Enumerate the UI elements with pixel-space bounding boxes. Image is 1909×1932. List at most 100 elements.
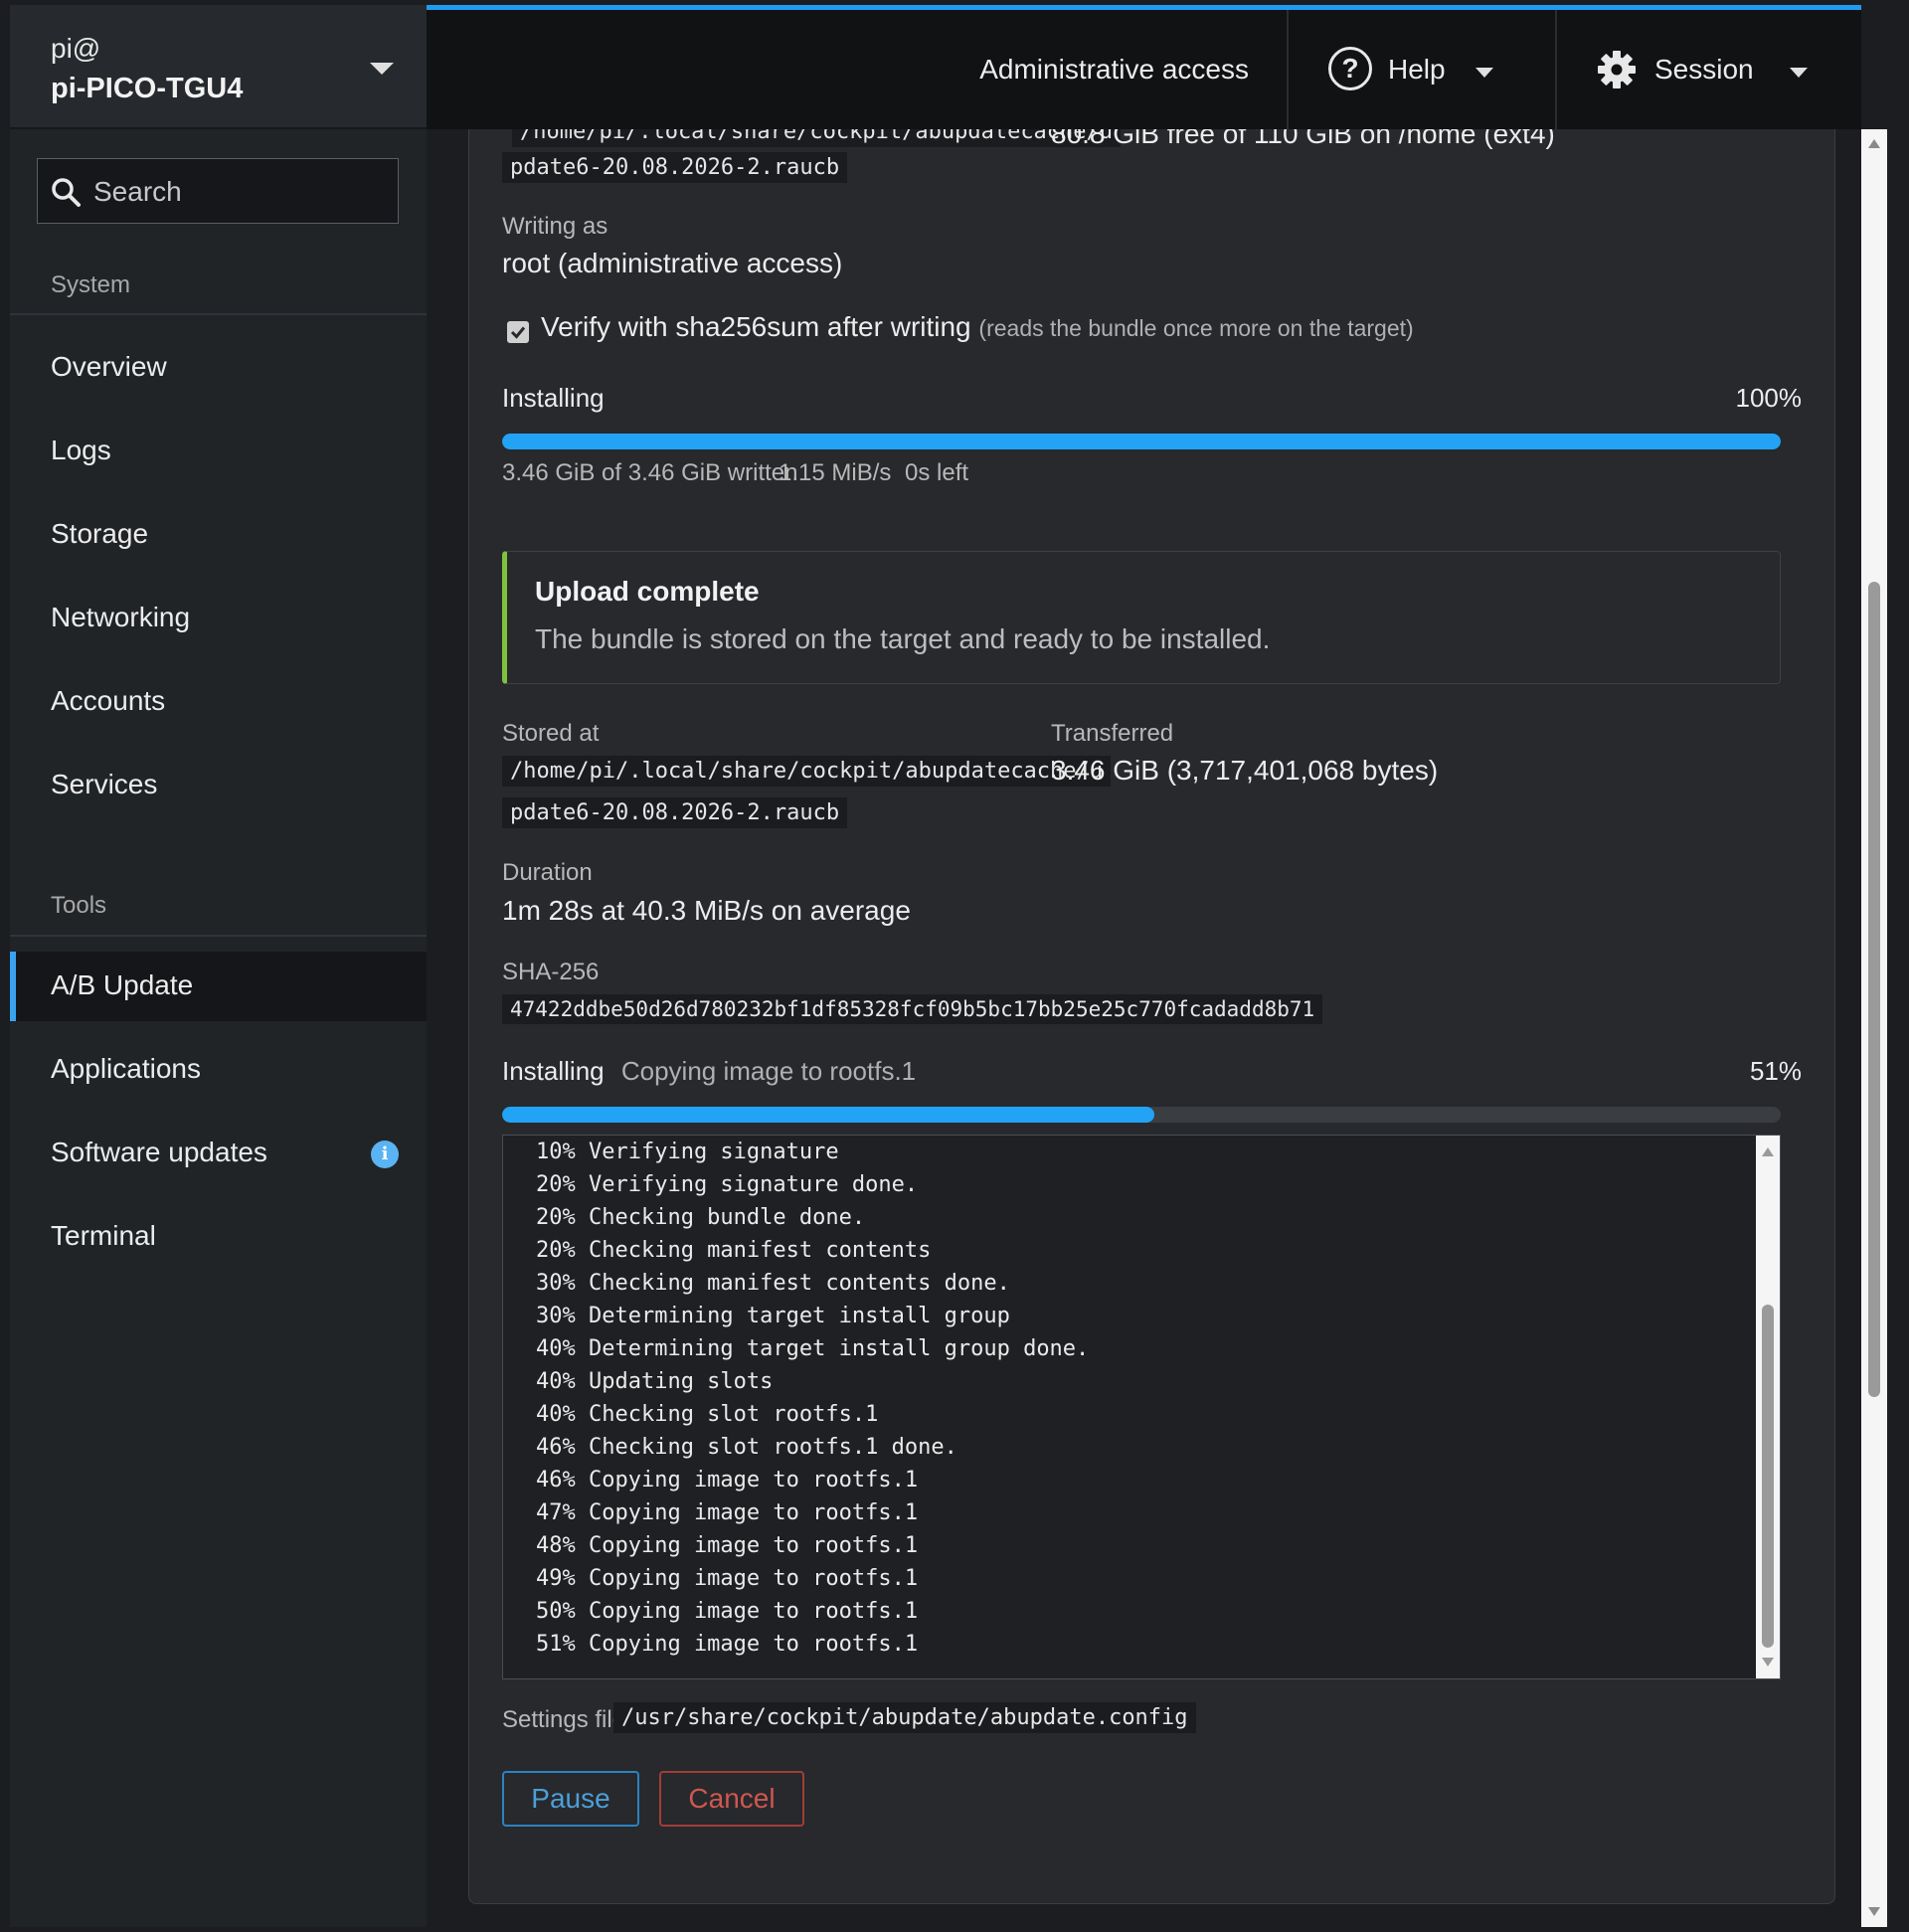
section-divider	[10, 935, 427, 937]
sidebar-item-overview[interactable]: Overview	[10, 333, 427, 403]
stored-path-partial-line2: pdate6-20.08.2026-2.raucb	[502, 152, 848, 183]
sidebar-item-label: Accounts	[51, 685, 166, 716]
topbar: Administrative access ? Help Session	[427, 5, 1861, 129]
log-line: 40% Updating slots	[536, 1369, 774, 1394]
session-button[interactable]: Session	[1557, 10, 1861, 129]
upload-progress-label: Installing	[502, 383, 605, 413]
upload-progress-fill	[502, 434, 1781, 449]
install-progress-title: Installing	[502, 1056, 605, 1086]
sidebar-item-label: Storage	[51, 518, 149, 549]
sidebar-item-applications[interactable]: Applications	[10, 1035, 427, 1105]
sidebar-item-ab-update[interactable]: A/B Update	[10, 952, 427, 1021]
sidebar-item-label: Applications	[51, 1053, 201, 1084]
log-line: 51% Copying image to rootfs.1	[536, 1632, 919, 1657]
stored-at-path-line2: pdate6-20.08.2026-2.raucb	[502, 797, 848, 828]
section-title-system: System	[51, 271, 131, 298]
sidebar-item-label: Software updates	[51, 1137, 267, 1167]
install-progress-percent: 51%	[1749, 1056, 1802, 1086]
transferred-label: Transferred	[1051, 720, 1174, 747]
log-line: 20% Checking manifest contents	[536, 1238, 932, 1263]
section-title-tools: Tools	[51, 892, 107, 919]
verify-hint: (reads the bundle once more on the targe…	[978, 315, 1414, 341]
sidebar-item-label: Networking	[51, 602, 191, 632]
upload-complete-alert: Upload complete The bundle is stored on …	[502, 551, 1781, 684]
sidebar-item-label: Services	[51, 769, 158, 799]
duration-label: Duration	[502, 859, 593, 886]
log-line: 20% Verifying signature done.	[536, 1172, 919, 1197]
log-line: 20% Checking bundle done.	[536, 1205, 866, 1230]
install-progress-label: Installing Copying image to rootfs.1	[502, 1056, 916, 1087]
settings-file-path: /usr/share/cockpit/abupdate/abupdate.con…	[613, 1702, 1196, 1733]
gear-icon	[1598, 51, 1636, 88]
log-line: 40% Checking slot rootfs.1	[536, 1402, 879, 1427]
chevron-down-icon	[1790, 68, 1808, 78]
update-card: /home/pi/.local/share/cockpit/abupdateca…	[468, 129, 1835, 1904]
host-switcher[interactable]: pi@ pi-PICO-TGU4	[10, 5, 427, 129]
sidebar: pi@ pi-PICO-TGU4 Search System Overview …	[10, 5, 427, 1927]
transferred-value: 3.46 GiB (3,717,401,068 bytes)	[1051, 755, 1439, 786]
log-line: 50% Copying image to rootfs.1	[536, 1599, 919, 1624]
log-line: 47% Copying image to rootfs.1	[536, 1500, 919, 1525]
upload-progress-percent: 100%	[1735, 383, 1803, 413]
log-line: 49% Copying image to rootfs.1	[536, 1566, 919, 1591]
install-progress-bar	[502, 1107, 1781, 1123]
alert-title: Upload complete	[535, 576, 760, 607]
upload-speed: 1.15 MiB/s	[779, 459, 892, 486]
sidebar-item-terminal[interactable]: Terminal	[10, 1202, 427, 1272]
search-input[interactable]: Search	[37, 158, 399, 224]
log-scroll-thumb[interactable]	[1762, 1305, 1774, 1648]
cancel-button[interactable]: Cancel	[659, 1771, 804, 1827]
log-line: 46% Checking slot rootfs.1 done.	[536, 1435, 957, 1460]
log-lines: 10% Verifying signature 20% Verifying sig…	[536, 1136, 1089, 1661]
pause-button[interactable]: Pause	[502, 1771, 639, 1827]
log-line: 46% Copying image to rootfs.1	[536, 1468, 919, 1493]
sidebar-item-storage[interactable]: Storage	[10, 500, 427, 570]
install-progress-fill	[502, 1107, 1154, 1123]
stored-at-label: Stored at	[502, 720, 600, 747]
chevron-down-icon	[370, 63, 394, 75]
scroll-down-icon[interactable]	[1762, 1658, 1774, 1667]
help-button[interactable]: ? Help	[1289, 10, 1555, 129]
window-frame	[1887, 0, 1909, 1932]
writing-as-value: root (administrative access)	[502, 248, 843, 278]
stored-at-path-line1: /home/pi/.local/share/cockpit/abupdateca…	[502, 756, 1112, 787]
sidebar-item-label: Terminal	[51, 1220, 156, 1251]
upload-written: 3.46 GiB of 3.46 GiB written	[502, 459, 798, 486]
install-log[interactable]: 10% Verifying signature 20% Verifying sig…	[502, 1135, 1781, 1679]
admin-access-label: Administrative access	[979, 54, 1249, 85]
free-space-value: 80.8 GiB free of 110 GiB on /home (ext4)	[1051, 129, 1555, 149]
scroll-down-icon[interactable]	[1868, 1907, 1880, 1916]
writing-as-label: Writing as	[502, 213, 608, 240]
help-icon: ?	[1328, 47, 1372, 90]
log-line: 10% Verifying signature	[536, 1140, 839, 1164]
alert-body: The bundle is stored on the target and r…	[535, 623, 1271, 654]
page-scroll-thumb[interactable]	[1868, 582, 1880, 1397]
sidebar-item-logs[interactable]: Logs	[10, 417, 427, 486]
section-divider	[10, 313, 427, 315]
scroll-up-icon[interactable]	[1868, 139, 1880, 148]
sidebar-item-label: Overview	[51, 351, 167, 382]
host-name: pi-PICO-TGU4	[51, 73, 244, 104]
check-icon	[510, 326, 526, 339]
admin-access-button[interactable]: Administrative access	[427, 10, 1289, 129]
duration-value: 1m 28s at 40.3 MiB/s on average	[502, 895, 911, 926]
search-placeholder: Search	[93, 176, 182, 207]
install-progress-step: Copying image to rootfs.1	[620, 1056, 917, 1086]
page-scrollbar[interactable]	[1861, 129, 1887, 1927]
scroll-up-icon[interactable]	[1762, 1147, 1774, 1156]
log-line: 30% Determining target install group	[536, 1304, 1010, 1328]
sidebar-item-accounts[interactable]: Accounts	[10, 667, 427, 737]
sidebar-item-services[interactable]: Services	[10, 751, 427, 820]
info-icon: i	[371, 1141, 399, 1168]
main-content: /home/pi/.local/share/cockpit/abupdateca…	[427, 129, 1861, 1927]
stored-path-partial: /home/pi/.local/share/cockpit/abupdateca…	[512, 129, 1122, 147]
verify-label-text: Verify with sha256sum after writing	[541, 311, 971, 342]
sidebar-item-software-updates[interactable]: Software updates i	[10, 1119, 427, 1188]
session-label: Session	[1654, 54, 1754, 85]
sidebar-item-networking[interactable]: Networking	[10, 584, 427, 653]
search-icon	[52, 178, 81, 207]
verify-checkbox[interactable]	[507, 321, 529, 343]
log-line: 40% Determining target install group don…	[536, 1336, 1090, 1361]
upload-progress-bar	[502, 434, 1781, 449]
log-scrollbar[interactable]	[1756, 1136, 1780, 1678]
